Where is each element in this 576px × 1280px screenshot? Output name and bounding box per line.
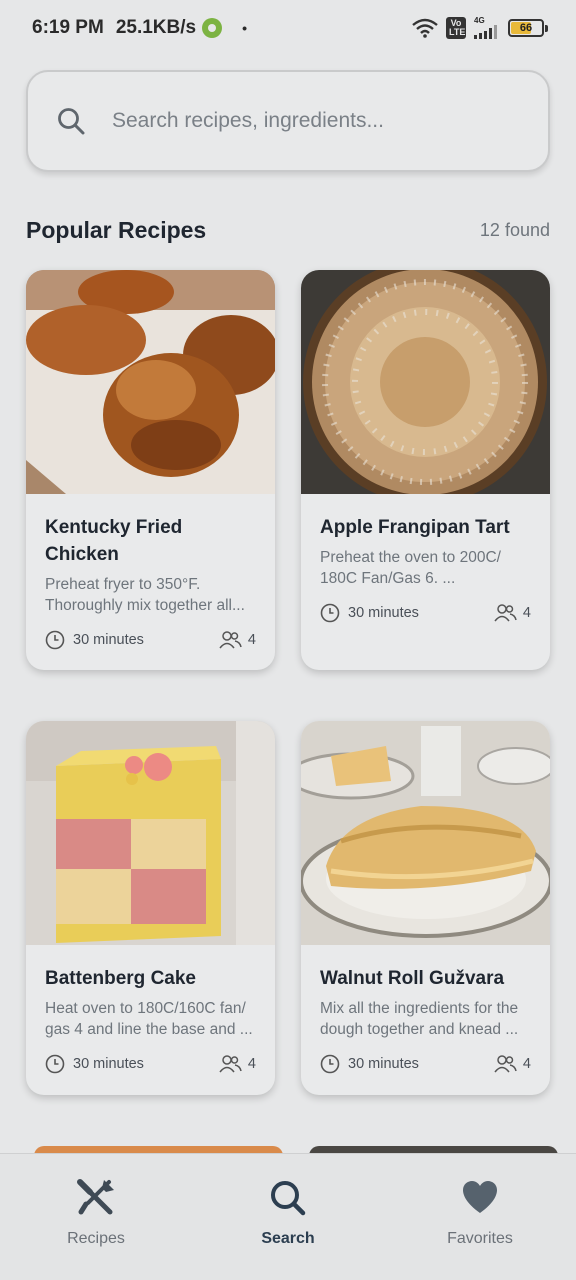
status-right: Vo LTE 4G 66 — [412, 17, 548, 39]
nav-item-recipes[interactable]: Recipes — [16, 1154, 176, 1248]
nav-item-favorites[interactable]: Favorites — [400, 1154, 560, 1248]
recipe-servings: 4 — [493, 1054, 531, 1074]
recipe-card[interactable]: Kentucky Fried Chicken Preheat fryer to … — [26, 270, 275, 670]
nav-item-search[interactable]: Search — [208, 1154, 368, 1248]
heart-icon — [463, 1181, 497, 1213]
nav-label-favorites: Favorites — [447, 1230, 513, 1247]
recipe-servings-count: 4 — [522, 1056, 531, 1072]
recipe-card[interactable]: Battenberg Cake Heat oven to 180C/160C f… — [26, 721, 275, 1095]
recipe-title: Kentucky Fried Chicken — [45, 517, 183, 565]
recipe-title: Walnut Roll Gužvara — [320, 968, 505, 989]
status-bar: 6:19 PM 25.1KB/s • Vo LTE 4G 66 — [0, 0, 576, 56]
recipe-image — [26, 270, 275, 494]
settings-gear-icon — [202, 18, 223, 38]
status-speed: 25.1KB/s — [115, 17, 197, 38]
people-icon — [219, 1055, 242, 1073]
recipe-image — [26, 721, 275, 945]
clock-icon — [320, 1054, 340, 1074]
battery-icon: 66 — [508, 19, 548, 37]
search-icon — [271, 1181, 306, 1216]
result-count: 12 found — [479, 219, 550, 240]
bottom-nav: Recipes Search Favorites — [0, 1153, 576, 1280]
recipe-description: Heat oven to 180C/160C fan/ gas 4 and li… — [45, 1000, 253, 1038]
fork-knife-icon — [77, 1179, 114, 1215]
recipe-title: Battenberg Cake — [45, 968, 196, 989]
network-type: 4G — [474, 16, 485, 25]
recipe-time: 30 minutes — [73, 1056, 144, 1072]
recipe-card[interactable]: Apple Frangipan Tart Preheat the oven to… — [301, 270, 550, 670]
recipe-meta: 30 minutes 4 — [45, 630, 256, 650]
recipe-title: Apple Frangipan Tart — [320, 517, 510, 538]
cell-signal-icon: 4G — [474, 17, 500, 39]
notification-dot-icon: • — [242, 20, 247, 36]
recipe-description: Preheat the oven to 200C/ 180C Fan/Gas 6… — [320, 549, 501, 587]
recipe-card[interactable]: Walnut Roll Gužvara Mix all the ingredie… — [301, 721, 550, 1095]
search-icon — [58, 108, 85, 135]
search-bar[interactable] — [26, 70, 550, 172]
section-header: Popular Recipes 12 found — [26, 210, 550, 250]
recipe-time: 30 minutes — [348, 1056, 419, 1072]
nav-label-recipes: Recipes — [67, 1230, 125, 1247]
section-title: Popular Recipes — [26, 216, 207, 243]
recipe-description: Mix all the ingredients for the dough to… — [320, 1000, 519, 1038]
volte-badge: Vo LTE — [446, 17, 466, 39]
nav-label-search: Search — [261, 1230, 315, 1247]
people-icon — [219, 631, 242, 649]
recipe-servings-count: 4 — [247, 1056, 256, 1072]
recipe-servings-count: 4 — [247, 632, 256, 648]
status-time: 6:19 PM — [32, 17, 104, 38]
recipe-servings: 4 — [218, 630, 256, 650]
people-icon — [494, 1055, 517, 1073]
recipe-servings: 4 — [493, 603, 531, 623]
recipe-image — [301, 721, 550, 945]
battery-level: 66 — [519, 22, 533, 34]
clock-icon — [45, 1054, 65, 1074]
recipe-meta: 30 minutes 4 — [320, 603, 531, 623]
recipe-time: 30 minutes — [348, 605, 419, 621]
people-icon — [494, 604, 517, 622]
clock-icon — [320, 603, 340, 623]
recipe-meta: 30 minutes 4 — [320, 1054, 531, 1074]
wifi-icon — [412, 18, 438, 38]
recipe-time: 30 minutes — [73, 632, 144, 648]
recipe-meta: 30 minutes 4 — [45, 1054, 256, 1074]
search-input[interactable] — [112, 109, 512, 133]
recipe-description: Preheat fryer to 350°F. Thoroughly mix t… — [45, 576, 245, 614]
recipe-image — [301, 270, 550, 494]
recipe-servings-count: 4 — [522, 605, 531, 621]
clock-icon — [45, 630, 65, 650]
recipe-servings: 4 — [218, 1054, 256, 1074]
